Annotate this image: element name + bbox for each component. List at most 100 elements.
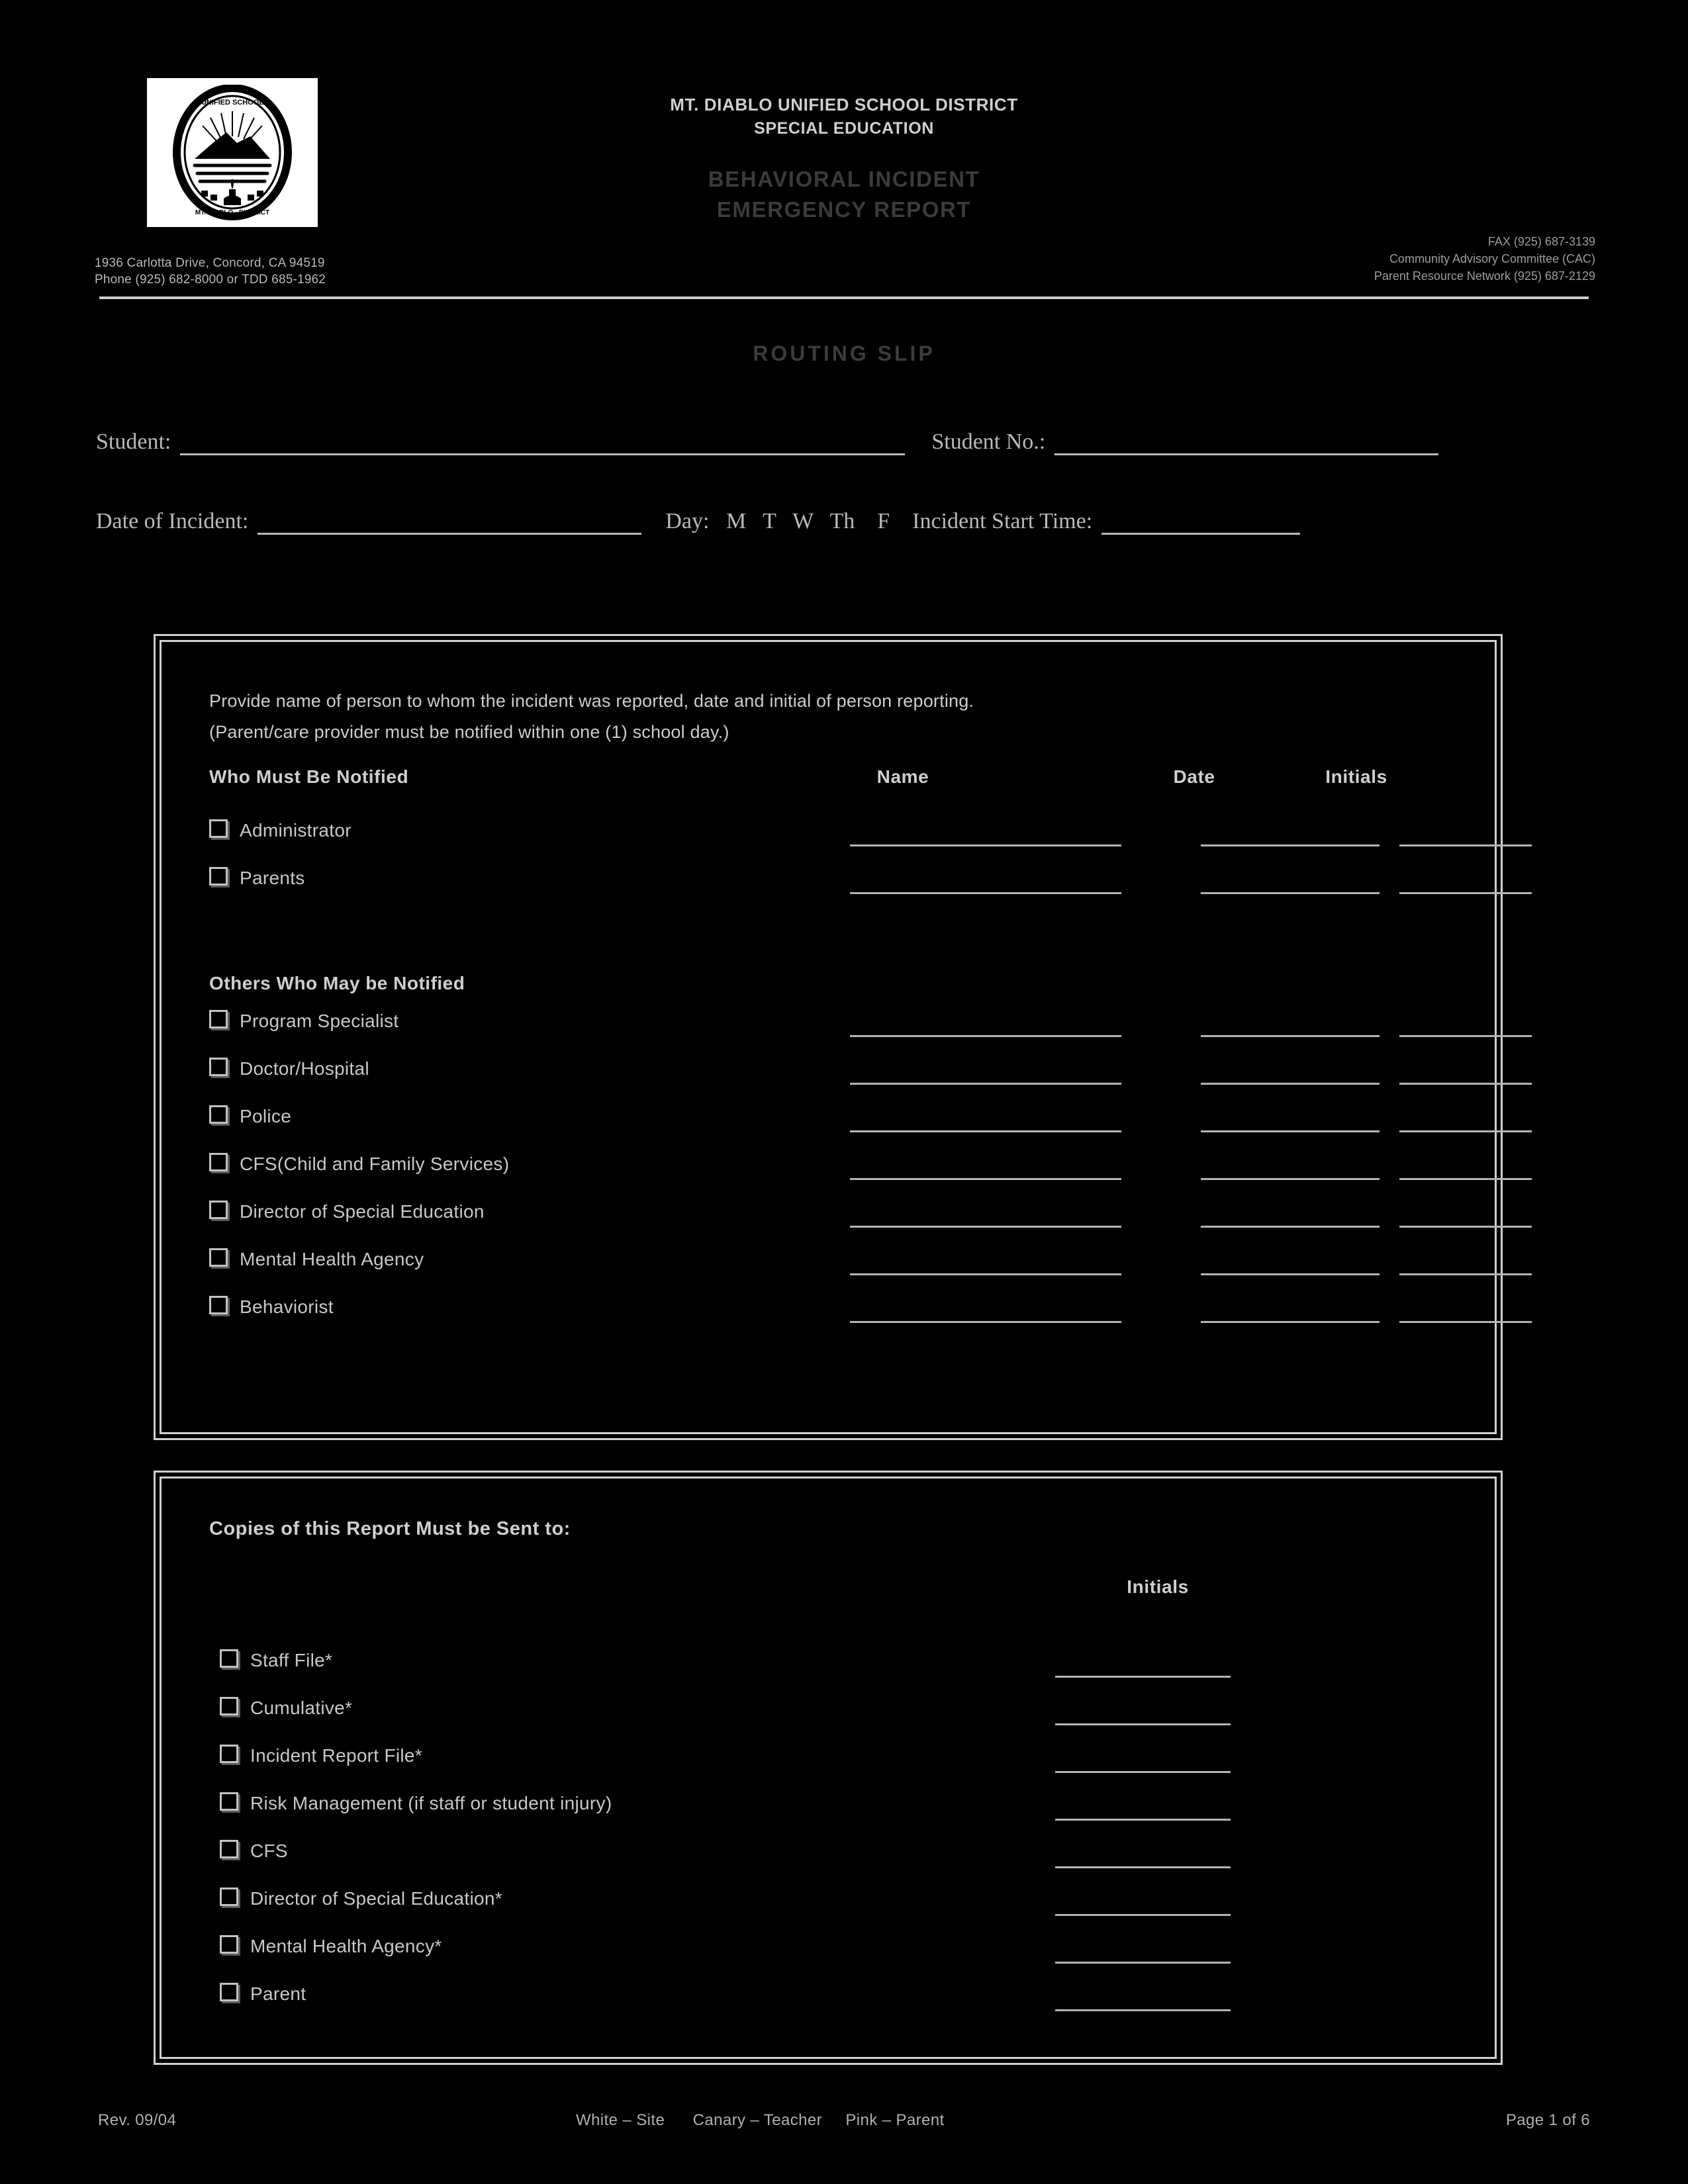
checkbox-icon[interactable] bbox=[220, 1649, 238, 1668]
notify-name-input[interactable] bbox=[850, 1226, 1121, 1228]
checkbox-icon[interactable] bbox=[220, 1888, 238, 1906]
copies-initials-input[interactable] bbox=[1055, 1962, 1231, 1964]
student-no-label: Student No.: bbox=[931, 430, 1046, 454]
notify-initials-input[interactable] bbox=[1399, 1321, 1532, 1323]
notify-initials-input[interactable] bbox=[1399, 1035, 1532, 1037]
notify-date-input[interactable] bbox=[1201, 892, 1380, 894]
notify-row-label: CFS(Child and Family Services) bbox=[209, 1153, 509, 1182]
student-label: Student: bbox=[96, 430, 171, 454]
checkbox-icon[interactable] bbox=[209, 867, 228, 886]
copies-label: Incident Report File* bbox=[250, 1745, 422, 1766]
district-name: MT. DIABLO UNIFIED SCHOOL DISTRICT bbox=[670, 95, 1018, 114]
copy-distribution: White – Site Canary – Teacher Pink – Par… bbox=[576, 2111, 945, 2129]
date-of-incident-label: Date of Incident: bbox=[96, 509, 249, 533]
notify-label: CFS(Child and Family Services) bbox=[240, 1154, 510, 1174]
copies-initials-input[interactable] bbox=[1055, 1676, 1231, 1678]
notify-date-input[interactable] bbox=[1201, 1321, 1380, 1323]
notify-initials-input[interactable] bbox=[1399, 1226, 1532, 1228]
parent-resource-network: Parent Resource Network (925) 687-2129 bbox=[1374, 269, 1595, 283]
notify-name-input[interactable] bbox=[850, 1130, 1121, 1132]
checkbox-icon[interactable] bbox=[209, 1105, 228, 1124]
header-divider bbox=[99, 296, 1589, 299]
copies-initials-input[interactable] bbox=[1055, 1819, 1231, 1821]
checkbox-icon[interactable] bbox=[209, 1153, 228, 1171]
notify-row-label: Doctor/Hospital bbox=[209, 1058, 369, 1087]
department-name: SPECIAL EDUCATION bbox=[754, 119, 934, 138]
copies-initials-input[interactable] bbox=[1055, 2009, 1231, 2011]
copies-box-inner: Copies of this Report Must be Sent to: I… bbox=[160, 1477, 1497, 2059]
checkbox-icon[interactable] bbox=[220, 1935, 238, 1954]
notify-label: Behaviorist bbox=[240, 1297, 334, 1317]
checkbox-icon[interactable] bbox=[209, 1058, 228, 1076]
revision-label: Rev. 09/04 bbox=[98, 2111, 177, 2129]
notify-initials-input[interactable] bbox=[1399, 892, 1532, 894]
notify-date-input[interactable] bbox=[1201, 1083, 1380, 1085]
copies-initials-input[interactable] bbox=[1055, 1866, 1231, 1868]
copies-row-label: CFS bbox=[220, 1840, 288, 1869]
notify-date-input[interactable] bbox=[1201, 844, 1380, 846]
notify-name-input[interactable] bbox=[850, 1321, 1121, 1323]
notify-date-input[interactable] bbox=[1201, 1226, 1380, 1228]
notify-name-input[interactable] bbox=[850, 1083, 1121, 1085]
checkbox-icon[interactable] bbox=[209, 1248, 228, 1267]
copies-label: Mental Health Agency* bbox=[250, 1936, 442, 1956]
notify-label: Police bbox=[240, 1106, 292, 1126]
checkbox-icon[interactable] bbox=[209, 1296, 228, 1314]
notify-initials-input[interactable] bbox=[1399, 1130, 1532, 1132]
checkbox-icon[interactable] bbox=[220, 1983, 238, 2001]
incident-date-field-row: Date of Incident: Day: M T W Th F Incide… bbox=[96, 508, 1592, 535]
notify-initials-input[interactable] bbox=[1399, 1273, 1532, 1275]
notify-name-input[interactable] bbox=[850, 1273, 1121, 1275]
district-seal-logo: UNIFIED SCHOOL MT. DIABLO · DISTRICT bbox=[147, 78, 318, 227]
notify-initials-input[interactable] bbox=[1399, 1083, 1532, 1085]
notify-initials-input[interactable] bbox=[1399, 844, 1532, 846]
fax-number: FAX (925) 687-3139 bbox=[1487, 235, 1595, 248]
notify-date-input[interactable] bbox=[1201, 1273, 1380, 1275]
checkbox-icon[interactable] bbox=[209, 1010, 228, 1028]
svg-text:MT. DIABLO · DISTRICT: MT. DIABLO · DISTRICT bbox=[195, 209, 269, 216]
notify-name-input[interactable] bbox=[850, 1035, 1121, 1037]
notify-name-input[interactable] bbox=[850, 844, 1121, 846]
page-number: Page 1 of 6 bbox=[1505, 2111, 1590, 2129]
copies-row-label: Parent bbox=[220, 1983, 306, 2012]
student-no-input[interactable] bbox=[1055, 430, 1439, 455]
notify-label: Doctor/Hospital bbox=[240, 1058, 369, 1079]
notify-label: Director of Special Education bbox=[240, 1201, 485, 1222]
notification-box-inner: Provide name of person to whom the incid… bbox=[160, 640, 1532, 1434]
copies-initials-input[interactable] bbox=[1055, 1771, 1231, 1773]
notify-row-label: Police bbox=[209, 1105, 291, 1134]
notify-date-input[interactable] bbox=[1201, 1130, 1380, 1132]
copies-label: Parent bbox=[250, 1983, 306, 2004]
copies-label: Staff File* bbox=[250, 1650, 333, 1670]
notify-label: Mental Health Agency bbox=[240, 1249, 424, 1269]
copies-label: Cumulative* bbox=[250, 1698, 353, 1718]
copies-row-label: Cumulative* bbox=[220, 1697, 352, 1726]
checkbox-icon[interactable] bbox=[220, 1745, 238, 1763]
others-heading: Others Who May be Notified bbox=[209, 973, 465, 993]
svg-text:UNIFIED SCHOOL: UNIFIED SCHOOL bbox=[201, 99, 263, 107]
checkbox-icon[interactable] bbox=[220, 1840, 238, 1858]
copies-initials-input[interactable] bbox=[1055, 1914, 1231, 1916]
district-address: 1936 Carlotta Drive, Concord, CA 94519 P… bbox=[95, 255, 465, 288]
notify-initials-input[interactable] bbox=[1399, 1178, 1532, 1180]
routing-slip-title: ROUTING SLIP bbox=[753, 341, 935, 365]
notify-name-input[interactable] bbox=[850, 1178, 1121, 1180]
incident-start-time-label: Incident Start Time: bbox=[912, 509, 1093, 533]
address-line-1: 1936 Carlotta Drive, Concord, CA 94519 bbox=[95, 256, 325, 270]
copies-initials-input[interactable] bbox=[1055, 1723, 1231, 1725]
student-input[interactable] bbox=[180, 430, 906, 455]
notify-label: Program Specialist bbox=[240, 1011, 399, 1031]
checkbox-icon[interactable] bbox=[209, 1201, 228, 1219]
checkbox-icon[interactable] bbox=[209, 819, 228, 838]
date-of-incident-input[interactable] bbox=[258, 509, 642, 535]
day-of-week-options[interactable]: Day: M T W Th F bbox=[665, 508, 890, 535]
copies-label: Risk Management (if staff or student inj… bbox=[250, 1793, 612, 1813]
notify-row-label: Administrator bbox=[209, 819, 352, 848]
notify-date-input[interactable] bbox=[1201, 1035, 1380, 1037]
notify-name-input[interactable] bbox=[850, 892, 1121, 894]
copies-label: CFS bbox=[250, 1841, 288, 1861]
notify-date-input[interactable] bbox=[1201, 1178, 1380, 1180]
checkbox-icon[interactable] bbox=[220, 1792, 238, 1811]
incident-start-time-input[interactable] bbox=[1102, 509, 1301, 535]
checkbox-icon[interactable] bbox=[220, 1697, 238, 1715]
